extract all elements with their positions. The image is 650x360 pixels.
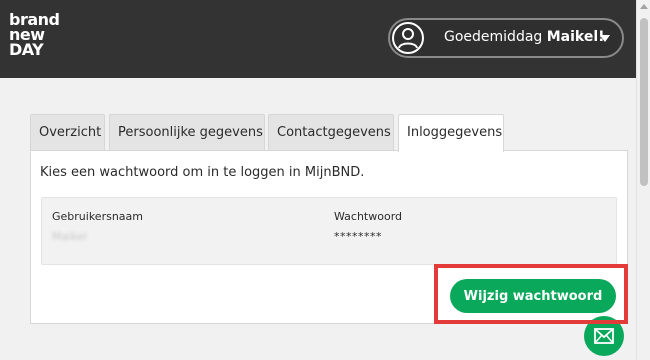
top-header: brand new DAY Goedemiddag Maikel! — [0, 0, 636, 78]
logo-line-3: DAY — [9, 40, 44, 59]
scroll-thumb[interactable] — [640, 18, 648, 186]
tab-persoonlijke-gegevens[interactable]: Persoonlijke gegevens — [109, 114, 265, 150]
chevron-down-icon — [600, 35, 610, 42]
user-menu-button[interactable]: Goedemiddag Maikel! — [388, 18, 624, 58]
scroll-up-arrow-icon[interactable] — [640, 4, 648, 9]
vertical-scrollbar[interactable] — [636, 0, 650, 360]
username-value: Maikel — [52, 230, 88, 243]
user-name: Maikel! — [546, 29, 605, 45]
tab-contactgegevens[interactable]: Contactgegevens — [268, 114, 394, 150]
brand-logo[interactable]: brand new DAY — [9, 12, 60, 59]
username-label: Gebruikersnaam — [52, 210, 143, 223]
greeting-prefix: Goedemiddag — [444, 29, 547, 45]
greeting-text: Goedemiddag Maikel! — [444, 29, 605, 45]
password-label: Wachtwoord — [334, 210, 403, 223]
tab-overzicht[interactable]: Overzicht — [30, 114, 105, 150]
credentials-box: Gebruikersnaam Maikel Wachtwoord *******… — [41, 197, 617, 265]
change-password-button[interactable]: Wijzig wachtwoord — [450, 279, 616, 313]
password-value: ******** — [334, 230, 382, 243]
mail-icon — [594, 328, 614, 344]
intro-text: Kies een wachtwoord om in te loggen in M… — [40, 165, 365, 180]
tab-inloggegevens[interactable]: Inloggegevens — [398, 114, 504, 152]
user-icon — [392, 22, 424, 54]
